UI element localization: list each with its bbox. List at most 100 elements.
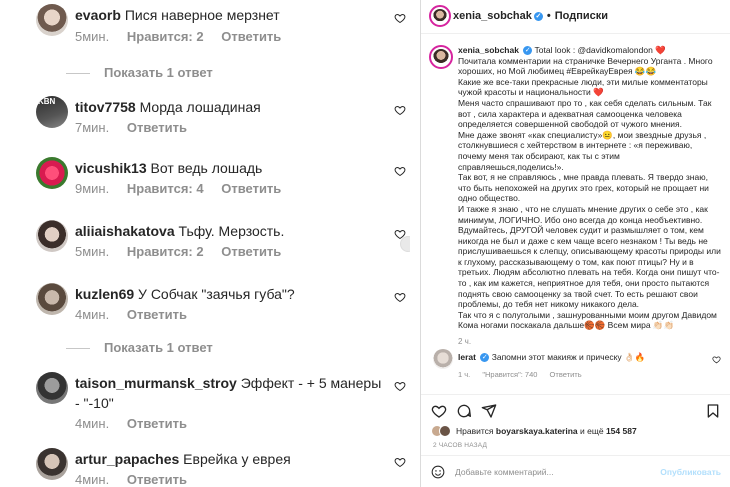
caption-line: Так что я с полуголыми , зашнурованными …: [458, 309, 717, 331]
comment-meta: 7мин. Ответить: [75, 120, 201, 135]
comment-item: kuzlen69 У Собчак "заячья губа"? 4мин. О…: [36, 283, 406, 331]
like-heart-icon[interactable]: [394, 380, 406, 392]
caption-line: Мне даже звонят «как специалисту»😐, мои …: [458, 129, 707, 172]
comment-username[interactable]: evaorb: [75, 7, 121, 23]
reply-button[interactable]: Ответить: [127, 307, 187, 322]
avatar[interactable]: [36, 157, 68, 189]
caption-line: Вдумайтесь, ДРУГОЙ человек судит и размы…: [458, 225, 721, 310]
comment-time: 1 ч.: [458, 370, 471, 379]
comment-input[interactable]: [455, 464, 655, 480]
comment-username[interactable]: lerat: [458, 352, 476, 362]
comment-item: taison_murmansk_stroy Эффект - + 5 манер…: [36, 372, 406, 432]
reply-button[interactable]: Ответить: [221, 29, 281, 44]
verified-badge-icon: ✓: [523, 46, 533, 55]
like-heart-icon[interactable]: [394, 104, 406, 116]
comment-text: У Собчак "заячья губа"?: [138, 286, 295, 302]
post-timestamp[interactable]: 2 ЧАСОВ НАЗАД: [433, 442, 487, 449]
post-author-username[interactable]: xenia_sobchak: [453, 10, 532, 22]
comment-username[interactable]: titov7758: [75, 99, 136, 115]
comment-item: evaorb Пися наверное мерзнет 5мин. Нрави…: [36, 4, 406, 52]
comment-time: 5мин.: [75, 29, 110, 44]
caption-line: Total look : @davidkomalondon ❤️: [534, 45, 666, 55]
caption-username[interactable]: xenia_sobchak: [458, 45, 519, 55]
comment-time: 4мин.: [75, 472, 110, 487]
show-replies-button[interactable]: Показать 1 ответ: [66, 340, 213, 355]
comment-item: KBN titov7758 Морда лошадиная 7мин. Отве…: [36, 96, 406, 144]
avatar[interactable]: [429, 45, 453, 69]
show-replies-button[interactable]: Показать 1 ответ: [66, 65, 213, 80]
comment-meta: 4мин. Ответить: [75, 416, 201, 431]
separator-dot: •: [546, 10, 551, 22]
like-heart-icon[interactable]: [431, 403, 447, 419]
comment-likes[interactable]: Нравится: 2: [127, 244, 204, 259]
share-icon[interactable]: [481, 403, 497, 419]
comment-meta: 5мин. Нравится: 2 Ответить: [75, 29, 295, 44]
comment-username[interactable]: aliiaishakatova: [75, 223, 175, 239]
caption-line: Так вот, я не справляюсь , мне правда пл…: [458, 172, 709, 204]
post-caption: xenia_sobchak ✓ Total look : @davidkomal…: [458, 45, 721, 348]
avatar[interactable]: KBN: [36, 96, 68, 128]
likes-prefix: Нравится: [456, 426, 494, 436]
comments-panel: evaorb Пися наверное мерзнет 5мин. Нрави…: [0, 0, 410, 487]
like-heart-icon[interactable]: [394, 456, 406, 468]
comment-username[interactable]: vicushik13: [75, 160, 147, 176]
emoji-icon[interactable]: [431, 465, 445, 479]
comment-text: Запомни этот макияж и прическу 👌🏻🔥: [491, 352, 646, 362]
caption-line: Меня часто спрашивают про то , как себя …: [458, 97, 712, 130]
reply-button[interactable]: Ответить: [127, 416, 187, 431]
like-heart-icon[interactable]: [394, 165, 406, 177]
caption-time[interactable]: 2 ч.: [458, 337, 721, 348]
likes-count[interactable]: 154 587: [606, 426, 637, 436]
post-actions: [421, 394, 730, 422]
avatar[interactable]: [36, 448, 68, 480]
publish-button[interactable]: Опубликовать: [660, 467, 721, 477]
likes-summary[interactable]: Нравится boyarskaya.katerina и ещё 154 5…: [431, 425, 637, 437]
post-header: xenia_sobchak ✓ • Подписки: [421, 0, 730, 34]
comment-text: Еврейка у еврея: [183, 451, 291, 467]
caption-line: И также я знаю , что не слушать мнение д…: [458, 203, 708, 225]
comment-likes[interactable]: "Нравится": 740: [482, 370, 537, 379]
bookmark-icon[interactable]: [705, 403, 721, 419]
comment-item: aliiaishakatova Тьфу. Мерзость. 5мин. Нр…: [36, 220, 406, 268]
like-heart-icon[interactable]: [394, 12, 406, 24]
comment-meta: 5мин. Нравится: 2 Ответить: [75, 244, 295, 259]
next-arrow-icon[interactable]: [400, 236, 410, 252]
like-heart-icon[interactable]: [712, 355, 721, 364]
comment-item: artur_papaches Еврейка у еврея 4мин. Отв…: [36, 448, 406, 487]
comment-time: 4мин.: [75, 416, 110, 431]
reply-button[interactable]: Ответить: [221, 181, 281, 196]
avatar[interactable]: [36, 220, 68, 252]
liker-username[interactable]: boyarskaya.katerina: [496, 426, 578, 436]
comment-username[interactable]: taison_murmansk_stroy: [75, 375, 237, 391]
comment-meta: 9мин. Нравится: 4 Ответить: [75, 181, 295, 196]
comment-username[interactable]: artur_papaches: [75, 451, 179, 467]
comment-username[interactable]: kuzlen69: [75, 286, 134, 302]
liker-avatars: [431, 425, 453, 437]
reply-button[interactable]: Ответить: [221, 244, 281, 259]
comment-meta: 4мин. Ответить: [75, 307, 201, 322]
comment-item: vicushik13 Вот ведь лошадь 9мин. Нравитс…: [36, 157, 406, 205]
following-button[interactable]: Подписки: [555, 10, 608, 22]
post-panel: xenia_sobchak ✓ • Подписки xenia_sobchak ✓ …: [420, 0, 730, 487]
reply-button[interactable]: Ответить: [550, 370, 582, 379]
avatar[interactable]: [36, 372, 68, 404]
comment-text: Морда лошадиная: [139, 99, 261, 115]
like-heart-icon[interactable]: [394, 291, 406, 303]
verified-badge-icon: ✓: [533, 12, 543, 21]
comment-likes[interactable]: Нравится: 4: [127, 181, 204, 196]
avatar[interactable]: [36, 4, 68, 36]
comment-meta: 4мин. Ответить: [75, 472, 201, 487]
reply-button[interactable]: Ответить: [127, 120, 187, 135]
avatar[interactable]: [36, 283, 68, 315]
comment-text: Тьфу. Мерзость.: [178, 223, 285, 239]
avatar[interactable]: [433, 349, 453, 369]
comment-time: 9мин.: [75, 181, 110, 196]
caption-line: Почитала комментарии на страничке Вечерн…: [458, 55, 713, 77]
comment-bubble-icon[interactable]: [456, 403, 472, 419]
comment-text: Вот ведь лошадь: [150, 160, 263, 176]
avatar-badge: KBN: [38, 97, 56, 106]
reply-button[interactable]: Ответить: [127, 472, 187, 487]
comment-likes[interactable]: Нравится: 2: [127, 29, 204, 44]
verified-badge-icon: ✓: [480, 353, 490, 362]
avatar[interactable]: [429, 5, 451, 27]
